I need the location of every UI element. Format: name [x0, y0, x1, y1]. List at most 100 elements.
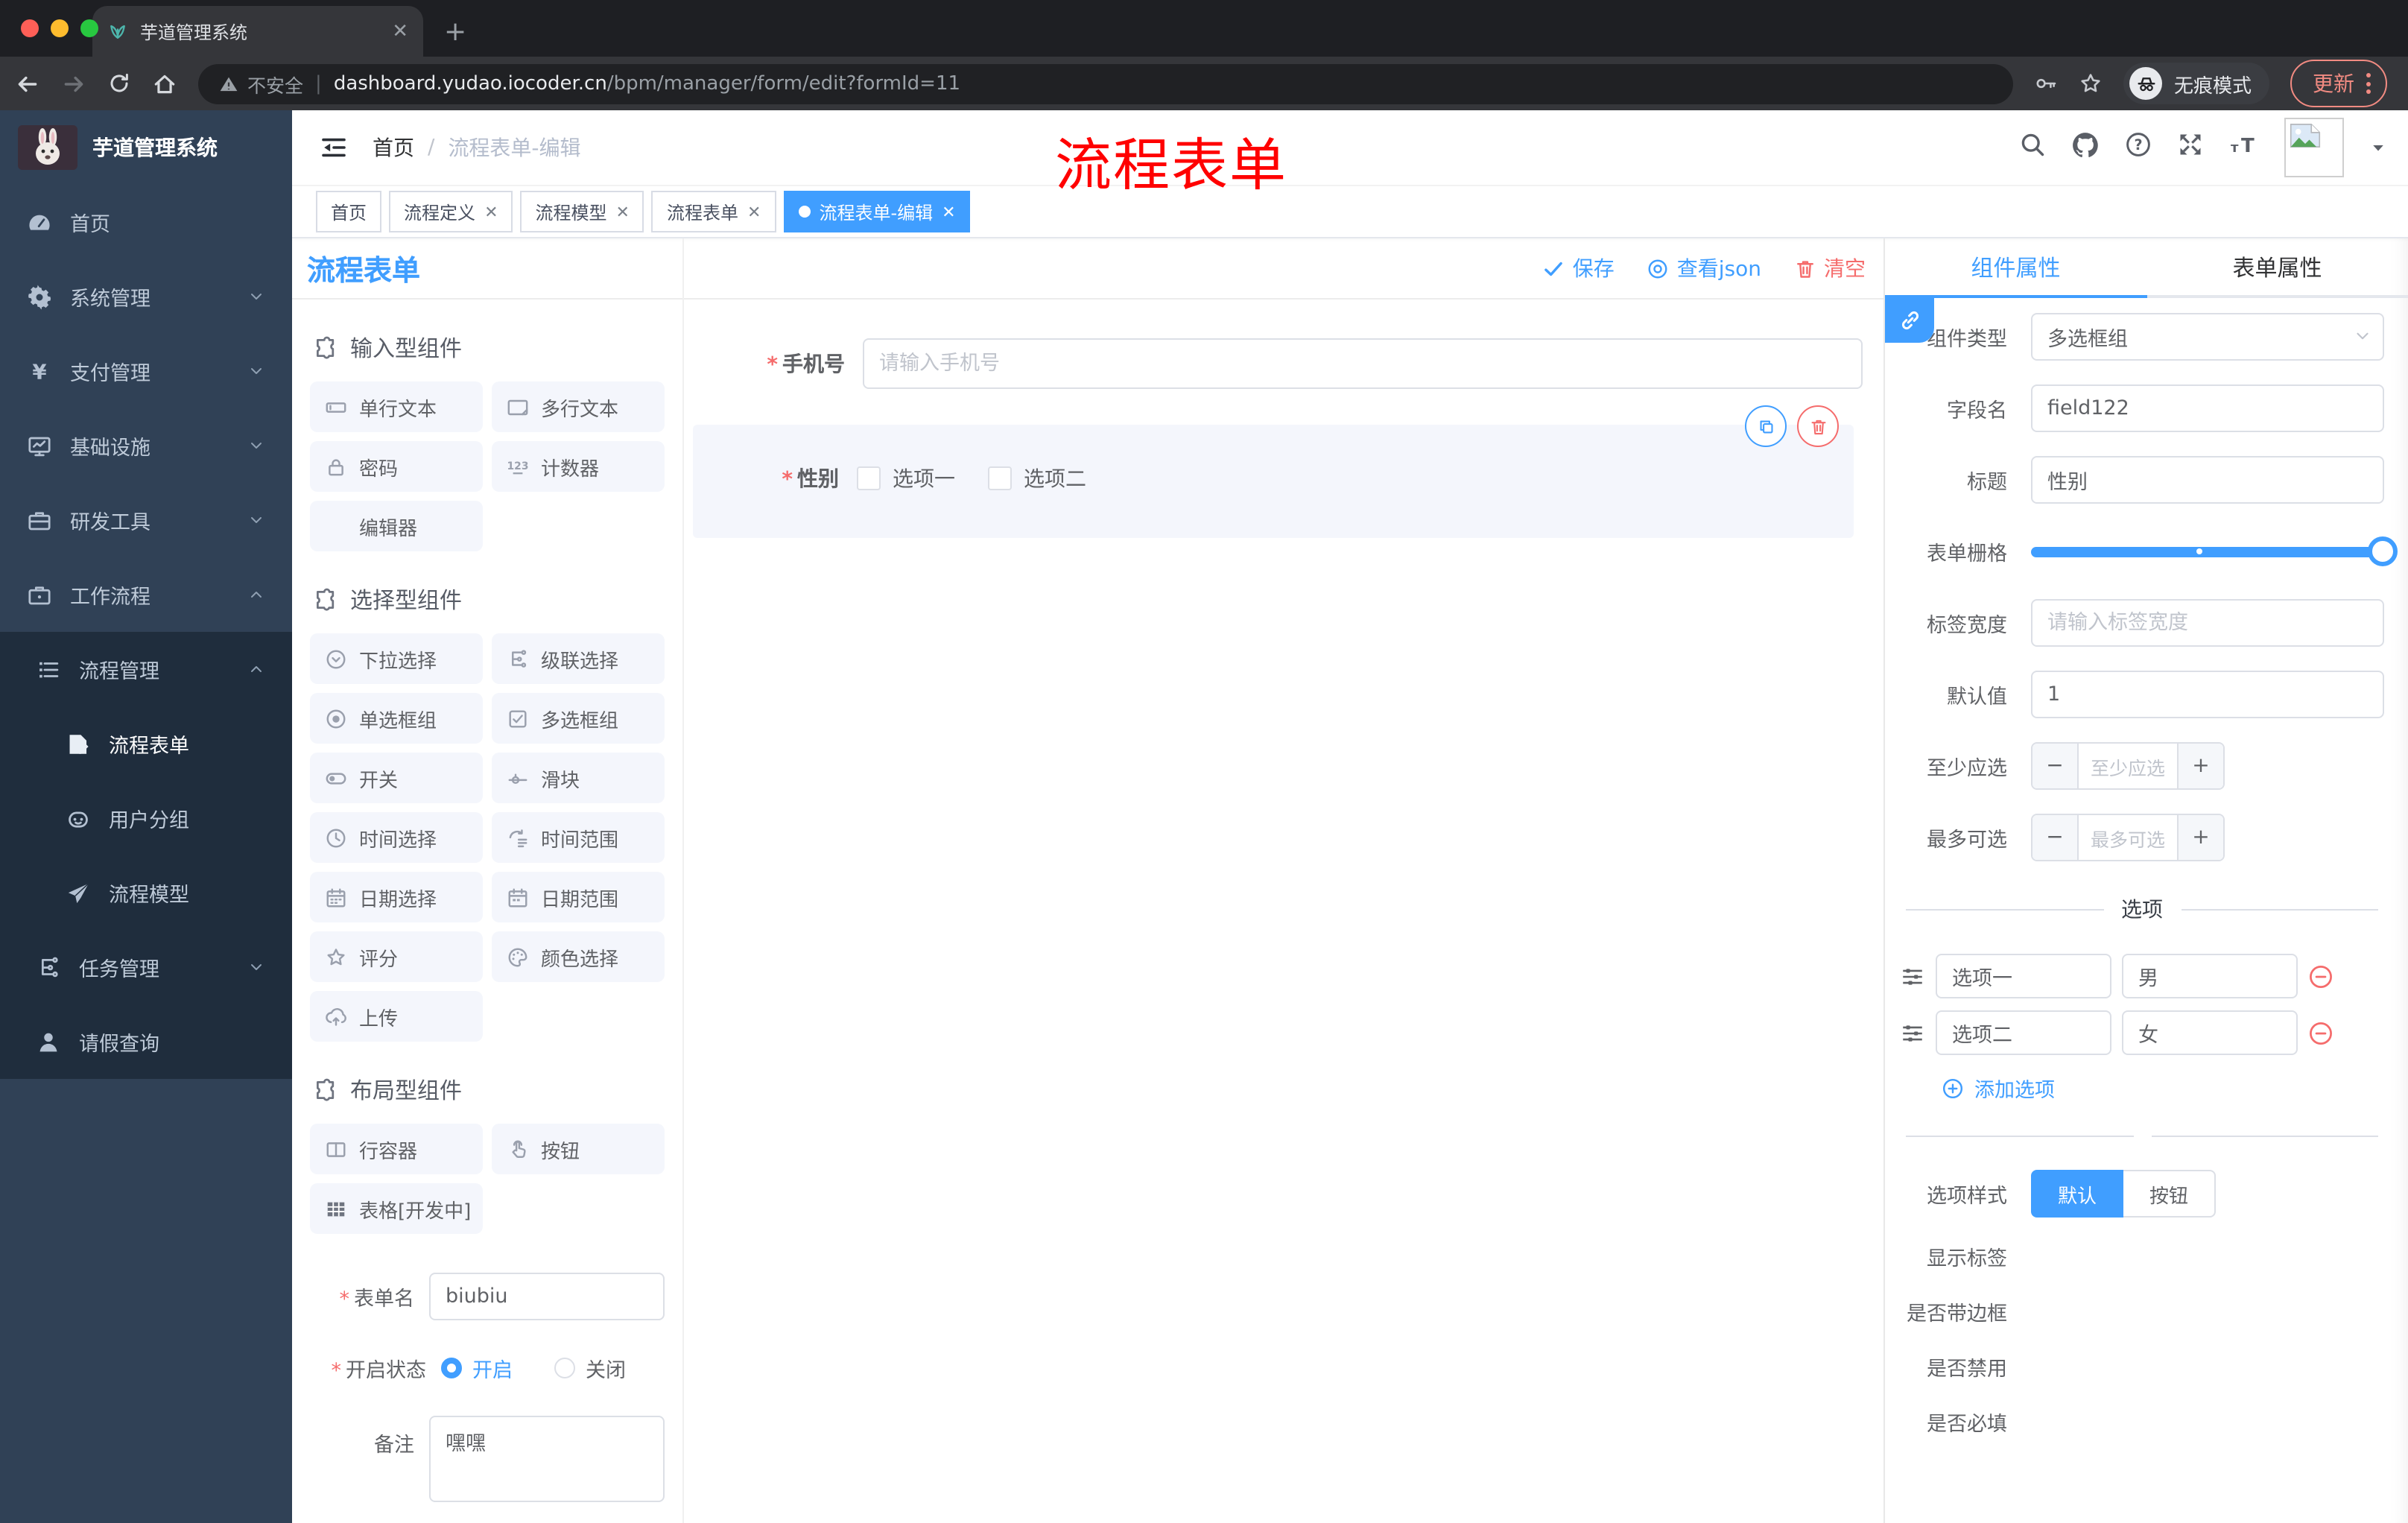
password-key-icon[interactable]: [2034, 72, 2058, 95]
option-label-input[interactable]: [1936, 954, 2111, 998]
component-item-counter[interactable]: 123 计数器: [492, 441, 665, 492]
sidebar-item-system[interactable]: 系统管理: [0, 259, 292, 334]
help-icon[interactable]: ?: [2125, 131, 2152, 164]
tag-close-icon[interactable]: ✕: [484, 202, 498, 221]
label-width-input[interactable]: [2031, 599, 2384, 647]
tab-form-props[interactable]: 表单属性: [2146, 238, 2408, 295]
copy-component-button[interactable]: [1745, 405, 1787, 447]
tag-close-icon[interactable]: ✕: [747, 202, 761, 221]
tag-close-icon[interactable]: ✕: [616, 202, 630, 221]
browser-update-button[interactable]: 更新: [2290, 60, 2388, 107]
bookmark-star-icon[interactable]: [2079, 72, 2103, 95]
sidebar-item-payment[interactable]: ¥ 支付管理: [0, 334, 292, 408]
back-icon[interactable]: [15, 71, 40, 96]
selected-gender-field[interactable]: * 性别 选项一 选项二: [693, 405, 1854, 538]
sidebar-item-workflow[interactable]: 工作流程: [0, 557, 292, 632]
title-input[interactable]: [2031, 456, 2384, 504]
browser-tab[interactable]: 芋道管理系统 ✕: [92, 6, 423, 57]
reload-icon[interactable]: [107, 72, 131, 95]
form-name-input[interactable]: [429, 1273, 665, 1320]
sidebar-item-devtools[interactable]: 研发工具: [0, 483, 292, 557]
sidebar-item-home[interactable]: 首页: [0, 185, 292, 259]
sidebar-item-leave-query[interactable]: 请假查询: [0, 1004, 292, 1079]
component-item-button[interactable]: 按钮: [492, 1124, 665, 1174]
address-bar[interactable]: 不安全 | dashboard.yudao.iocoder.cn/bpm/man…: [198, 63, 2013, 104]
checkbox[interactable]: [988, 466, 1012, 490]
slider-track[interactable]: [2031, 536, 2398, 566]
font-size-icon[interactable]: тT: [2229, 131, 2259, 164]
style-default-button[interactable]: 默认: [2031, 1170, 2123, 1218]
phone-field[interactable]: * 手机号: [684, 338, 1863, 389]
component-item-editor[interactable]: 编辑器: [310, 501, 483, 551]
search-icon[interactable]: [2019, 131, 2046, 164]
gender-option-2[interactable]: 选项二: [988, 463, 1086, 493]
tag-process-form-edit[interactable]: 流程表单-编辑 ✕: [783, 191, 971, 232]
clear-button[interactable]: 清空: [1794, 253, 1866, 283]
close-window-button[interactable]: [21, 19, 39, 37]
option-value-input[interactable]: [2122, 1010, 2298, 1055]
sidebar-collapse-icon[interactable]: [319, 133, 349, 162]
drag-handle-icon[interactable]: [1900, 1020, 1925, 1045]
decrease-button[interactable]: −: [2032, 815, 2079, 860]
security-warning-icon[interactable]: 不安全: [219, 69, 303, 98]
style-button-button[interactable]: 按钮: [2123, 1170, 2216, 1218]
macos-traffic-lights[interactable]: [21, 19, 98, 37]
tag-process-definition[interactable]: 流程定义 ✕: [389, 191, 513, 232]
new-tab-button[interactable]: +: [444, 16, 466, 48]
field-name-input[interactable]: [2031, 384, 2384, 432]
component-item-textarea[interactable]: 多行文本: [492, 381, 665, 432]
status-radio-on[interactable]: 开启: [441, 1353, 513, 1383]
component-item-rate[interactable]: 评分: [310, 931, 483, 982]
sidebar-item-infrastructure[interactable]: 基础设施: [0, 408, 292, 483]
drag-handle-icon[interactable]: [1900, 963, 1925, 989]
app-logo[interactable]: 芋道管理系统: [0, 110, 292, 185]
link-drawer-handle[interactable]: [1885, 298, 1934, 343]
remove-option-button[interactable]: [2308, 1020, 2333, 1045]
component-item-select[interactable]: 下拉选择: [310, 633, 483, 684]
component-item-table[interactable]: 表格[开发中]: [310, 1183, 483, 1234]
phone-input[interactable]: [863, 338, 1863, 389]
component-item-password[interactable]: 密码: [310, 441, 483, 492]
component-type-select[interactable]: [2031, 313, 2384, 361]
sidebar-item-task-management[interactable]: 任务管理: [0, 930, 292, 1004]
increase-button[interactable]: +: [2177, 744, 2223, 788]
component-item-date-range[interactable]: 日期范围: [492, 872, 665, 922]
tag-home[interactable]: 首页: [316, 191, 382, 232]
grid-slider[interactable]: [2031, 528, 2398, 575]
component-item-checkbox-group[interactable]: 多选框组: [492, 693, 665, 744]
save-button[interactable]: 保存: [1543, 253, 1615, 283]
tag-close-icon[interactable]: ✕: [942, 202, 955, 221]
option-value-input[interactable]: [2122, 954, 2298, 998]
component-item-cascader[interactable]: 级联选择: [492, 633, 665, 684]
component-item-upload[interactable]: 上传: [310, 991, 483, 1042]
avatar-dropdown-caret-icon[interactable]: [2369, 133, 2387, 162]
sidebar-item-user-group[interactable]: 用户分组: [0, 781, 292, 855]
status-radio-off[interactable]: 关闭: [554, 1353, 626, 1383]
forward-icon[interactable]: [61, 71, 86, 96]
minimize-window-button[interactable]: [51, 19, 69, 37]
add-option-button[interactable]: 添加选项: [1942, 1073, 2384, 1103]
tag-process-model[interactable]: 流程模型 ✕: [520, 191, 644, 232]
browser-menu-icon[interactable]: [2366, 73, 2371, 94]
remove-option-button[interactable]: [2308, 963, 2333, 989]
component-item-time-picker[interactable]: 时间选择: [310, 812, 483, 863]
component-item-time-range[interactable]: 时间范围: [492, 812, 665, 863]
option-label-input[interactable]: [1936, 1010, 2111, 1055]
breadcrumb-home[interactable]: 首页: [373, 133, 414, 162]
fullscreen-icon[interactable]: [2177, 131, 2204, 164]
view-json-button[interactable]: 查看json: [1647, 253, 1761, 283]
maximize-window-button[interactable]: [80, 19, 98, 37]
tab-component-props[interactable]: 组件属性: [1885, 238, 2146, 298]
component-item-color-picker[interactable]: 颜色选择: [492, 931, 665, 982]
avatar[interactable]: [2284, 118, 2344, 177]
delete-component-button[interactable]: [1797, 405, 1839, 447]
github-icon[interactable]: [2071, 130, 2100, 165]
sidebar-item-process-form[interactable]: 流程表单: [0, 706, 292, 781]
component-item-row-container[interactable]: 行容器: [310, 1124, 483, 1174]
component-item-switch[interactable]: 开关: [310, 753, 483, 803]
form-remark-textarea[interactable]: 嘿嘿: [429, 1416, 665, 1502]
default-value-input[interactable]: [2031, 671, 2384, 718]
tag-process-form[interactable]: 流程表单 ✕: [651, 191, 776, 232]
slider-handle[interactable]: [2368, 536, 2398, 566]
increase-button[interactable]: +: [2177, 815, 2223, 860]
